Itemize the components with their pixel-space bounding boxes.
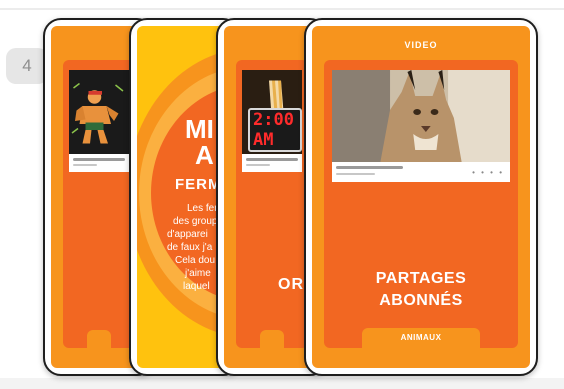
phone-4-animals-tab[interactable]: ANIMAUX xyxy=(362,328,480,348)
bottom-strip xyxy=(0,378,564,389)
phone-2-body-7: laquel xyxy=(183,281,210,292)
phone-4-video-actions-icon[interactable]: • • • • xyxy=(472,168,504,177)
phone-4-video-caption xyxy=(336,166,404,169)
phone-4-content-panel: • • • • PARTAGES ABONNÉS ANIMAUX xyxy=(324,60,518,348)
phone-3-video-thumbnail: 2:00 AM xyxy=(242,70,302,154)
phone-1-content-panel xyxy=(63,60,135,348)
top-divider xyxy=(0,8,564,10)
phone-1-video-card[interactable] xyxy=(69,70,129,172)
phone-2-body-6: j'aime xyxy=(185,268,211,279)
phone-1-video-caption xyxy=(73,158,125,161)
phone-3-title: OR xyxy=(278,276,304,293)
phone-2-body-2: des group xyxy=(173,216,218,227)
phone-2-headline-2: A xyxy=(195,140,214,170)
phone-1-bottom-tab[interactable] xyxy=(87,330,111,348)
phone-4-video-thumbnail xyxy=(332,70,510,162)
phone-3-bottom-tab[interactable] xyxy=(260,330,284,348)
phone-4-section-header: VIDEO xyxy=(404,40,438,50)
phone-3-video-card[interactable]: 2:00 AM xyxy=(242,70,302,172)
phone-2-body-3: d'apparei xyxy=(167,229,208,240)
phone-4-screen: VIDEO • • • • PARTAGES ABONNÉS ANIMAUX xyxy=(312,26,530,368)
phone-4-title-line-1: PARTAGES xyxy=(375,270,467,287)
phone-4-video-meta xyxy=(336,173,376,175)
phone-3-video-caption xyxy=(246,158,298,161)
caracal-cat-icon xyxy=(332,70,510,162)
phone-2-body-5: Cela dou xyxy=(175,255,216,266)
phone-2-body-4: de faux j'a xyxy=(167,242,213,253)
phone-3-video-meta xyxy=(246,164,270,166)
phone-4-video-card[interactable]: • • • • xyxy=(332,70,510,182)
phone-2-subhead: FERM xyxy=(175,176,222,193)
phone-4-title-line-2: ABONNÉS xyxy=(379,292,463,309)
phone-mockup-4[interactable]: VIDEO • • • • PARTAGES ABONNÉS ANIMAUX xyxy=(304,18,538,376)
phone-3-alarm-clock: 2:00 AM xyxy=(248,108,302,152)
phone-1-video-thumbnail xyxy=(69,70,129,154)
wrestler-illustration-icon xyxy=(69,80,129,144)
step-number-badge: 4 xyxy=(6,48,48,84)
phone-1-video-meta xyxy=(73,164,97,166)
phone-3-content-panel: 2:00 AM xyxy=(236,60,308,348)
